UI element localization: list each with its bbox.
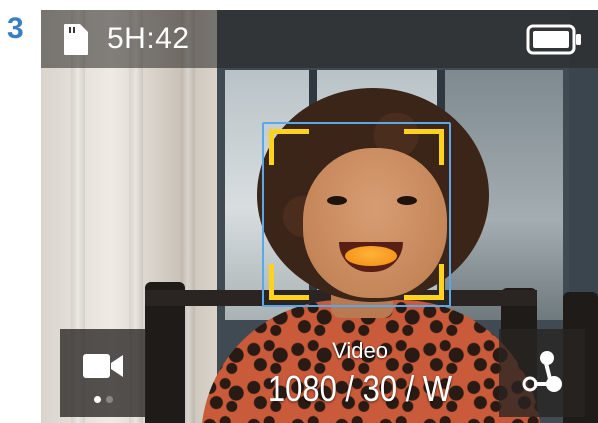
sd-card-icon [64, 24, 88, 55]
capture-mode-label[interactable]: Video [260, 338, 460, 364]
face-frame-corner [269, 129, 309, 165]
face-frame-corner [269, 264, 309, 300]
face-frame-corner [404, 129, 444, 165]
page-dot-active [94, 396, 101, 403]
recording-time-remaining: 5H:42 [107, 22, 190, 55]
camera-screen: 5H:42 Video 1080 / 30 / W [41, 10, 598, 423]
step-number: 3 [7, 12, 24, 45]
status-bar: 5H:42 [41, 10, 598, 68]
presets-button[interactable] [499, 329, 585, 417]
presets-icon [522, 351, 562, 392]
video-camera-icon [83, 354, 123, 378]
battery-icon [526, 24, 581, 55]
mode-page-indicator [94, 396, 114, 404]
mode-button[interactable] [60, 329, 146, 417]
face-detection-frame [262, 122, 451, 307]
video-settings[interactable]: 1080 / 30 / W [222, 368, 497, 410]
page-dot [106, 396, 113, 403]
face-frame-corner [404, 264, 444, 300]
